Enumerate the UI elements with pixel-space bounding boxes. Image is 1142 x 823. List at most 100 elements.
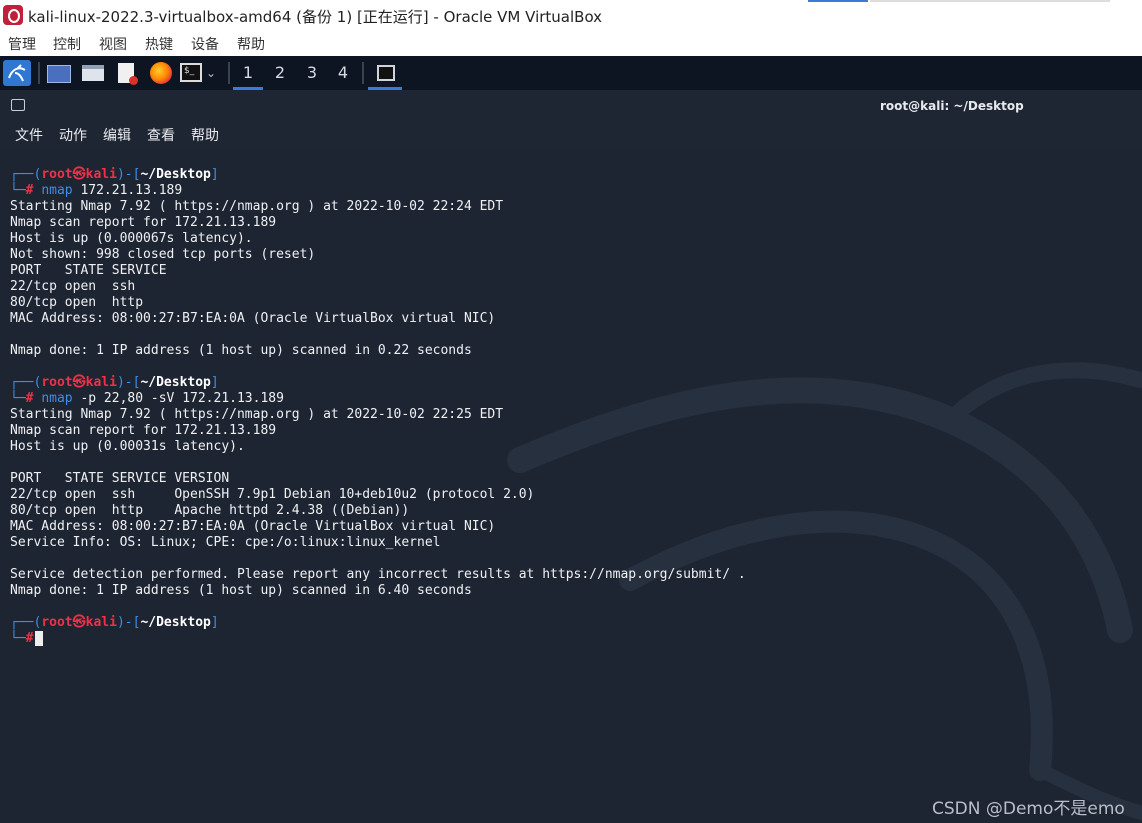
prompt-at-symbol: ㉿: [72, 167, 86, 182]
title-divider-line: [870, 0, 1110, 2]
prompt-frame: ]: [210, 615, 219, 630]
prompt-path: ~/Desktop: [140, 615, 211, 630]
command-line: └─# nmap 172.21.13.189: [10, 183, 746, 199]
prompt-frame: )-[: [116, 167, 141, 182]
prompt-frame: └─: [10, 391, 26, 406]
prompt-user: root: [41, 375, 73, 390]
output-line: MAC Address: 08:00:27:B7:EA:0A (Oracle V…: [10, 519, 496, 534]
prompt-host: kali: [85, 375, 117, 390]
term-menu-edit[interactable]: 编辑: [103, 125, 131, 145]
output-line: Nmap done: 1 IP address (1 host up) scan…: [10, 583, 472, 598]
output-line: Host is up (0.000067s latency).: [10, 231, 253, 246]
command-line: └─#: [10, 631, 746, 647]
output-line: Starting Nmap 7.92 ( https://nmap.org ) …: [10, 199, 504, 214]
menu-manage[interactable]: 管理: [8, 34, 36, 54]
terminal-title-bar: root@kali: ~/Desktop: [0, 90, 1142, 120]
prompt-line: ┌──(root㉿kali)-[~/Desktop]: [10, 375, 746, 391]
output-line: MAC Address: 08:00:27:B7:EA:0A (Oracle V…: [10, 311, 496, 326]
output-line: Starting Nmap 7.92 ( https://nmap.org ) …: [10, 407, 504, 422]
prompt-hash: #: [25, 391, 34, 406]
prompt-frame: ┌──(: [10, 375, 42, 390]
firefox-icon[interactable]: [150, 62, 172, 84]
command-args: 172.21.13.189: [72, 183, 183, 198]
term-menu-file[interactable]: 文件: [15, 125, 43, 145]
panel-separator: [228, 62, 230, 84]
window-title: kali-linux-2022.3-virtualbox-amd64 (备份 1…: [28, 8, 603, 26]
output-line: PORT STATE SERVICE: [10, 263, 167, 278]
term-menu-actions[interactable]: 动作: [59, 125, 87, 145]
workspace-2-button[interactable]: 2: [265, 56, 295, 90]
terminal-text: ┌──(root㉿kali)-[~/Desktop] └─# nmap 172.2…: [10, 167, 746, 647]
prompt-hash: #: [25, 183, 34, 198]
terminal-task-button[interactable]: [368, 56, 402, 90]
prompt-frame: ┌──(: [10, 167, 42, 182]
prompt-frame: ]: [210, 167, 219, 182]
workspace-4-button[interactable]: 4: [328, 56, 358, 90]
kali-menu-icon[interactable]: [3, 60, 31, 86]
workspace-1-button[interactable]: 1: [233, 56, 263, 90]
output-line: Service detection performed. Please repo…: [10, 567, 746, 582]
term-menu-view[interactable]: 查看: [147, 125, 175, 145]
prompt-frame: )-[: [116, 375, 141, 390]
file-manager-icon[interactable]: [82, 65, 104, 81]
show-desktop-icon[interactable]: [47, 65, 71, 83]
text-cursor[interactable]: [35, 631, 44, 646]
prompt-at-symbol: ㉿: [72, 375, 86, 390]
title-accent-line: [808, 0, 868, 2]
term-menu-help[interactable]: 帮助: [191, 125, 219, 145]
prompt-host: kali: [85, 615, 117, 630]
prompt-hash: #: [25, 631, 34, 646]
terminal-window-icon: [11, 99, 25, 111]
prompt-frame: ]: [210, 375, 219, 390]
vbox-title-bar: kali-linux-2022.3-virtualbox-amd64 (备份 1…: [0, 0, 1142, 30]
prompt-at-symbol: ㉿: [72, 615, 86, 630]
output-line: 22/tcp open ssh: [10, 279, 136, 294]
panel-separator: [38, 62, 40, 84]
output-line: 80/tcp open http: [10, 295, 144, 310]
prompt-frame: ┌──(: [10, 615, 42, 630]
prompt-path: ~/Desktop: [140, 167, 211, 182]
csdn-watermark: CSDN @Demo不是emo: [932, 799, 1125, 819]
menu-help[interactable]: 帮助: [237, 34, 265, 54]
menu-hotkeys[interactable]: 热键: [145, 34, 173, 54]
prompt-frame: └─: [10, 631, 26, 646]
command-name: nmap: [41, 391, 73, 406]
command-line: └─# nmap -p 22,80 -sV 172.21.13.189: [10, 391, 746, 407]
output-line: 80/tcp open http Apache httpd 2.4.38 ((D…: [10, 503, 410, 518]
output-line: Nmap scan report for 172.21.13.189: [10, 423, 277, 438]
text-editor-icon[interactable]: [118, 63, 138, 85]
vbox-menu-bar: 管理 控制 视图 热键 设备 帮助: [0, 30, 1142, 56]
terminal-title: root@kali: ~/Desktop: [880, 99, 1024, 113]
menu-devices[interactable]: 设备: [191, 34, 219, 54]
output-line: Host is up (0.00031s latency).: [10, 439, 245, 454]
prompt-user: root: [41, 615, 73, 630]
output-line: Nmap scan report for 172.21.13.189: [10, 215, 277, 230]
prompt-host: kali: [85, 167, 117, 182]
prompt-frame: )-[: [116, 615, 141, 630]
panel-separator: [362, 62, 364, 84]
prompt-user: root: [41, 167, 73, 182]
chevron-down-icon[interactable]: ⌄: [206, 60, 216, 86]
kali-top-panel: $_ ⌄ 1 2 3 4: [0, 56, 1142, 90]
prompt-path: ~/Desktop: [140, 375, 211, 390]
output-line: Nmap done: 1 IP address (1 host up) scan…: [10, 343, 472, 358]
prompt-frame: └─: [10, 183, 26, 198]
terminal-output-area[interactable]: ┌──(root㉿kali)-[~/Desktop] └─# nmap 172.2…: [0, 150, 1142, 823]
prompt-line: ┌──(root㉿kali)-[~/Desktop]: [10, 615, 746, 631]
workspace-3-button[interactable]: 3: [297, 56, 327, 90]
menu-control[interactable]: 控制: [53, 34, 81, 54]
output-line: Service Info: OS: Linux; CPE: cpe:/o:lin…: [10, 535, 441, 550]
menu-view[interactable]: 视图: [99, 34, 127, 54]
terminal-launcher-icon[interactable]: $_: [180, 63, 202, 82]
virtualbox-app-icon: [3, 5, 23, 25]
command-args: -p 22,80 -sV 172.21.13.189: [72, 391, 284, 406]
output-line: Not shown: 998 closed tcp ports (reset): [10, 247, 316, 262]
output-line: 22/tcp open ssh OpenSSH 7.9p1 Debian 10+…: [10, 487, 535, 502]
command-name: nmap: [41, 183, 73, 198]
output-line: PORT STATE SERVICE VERSION: [10, 471, 230, 486]
